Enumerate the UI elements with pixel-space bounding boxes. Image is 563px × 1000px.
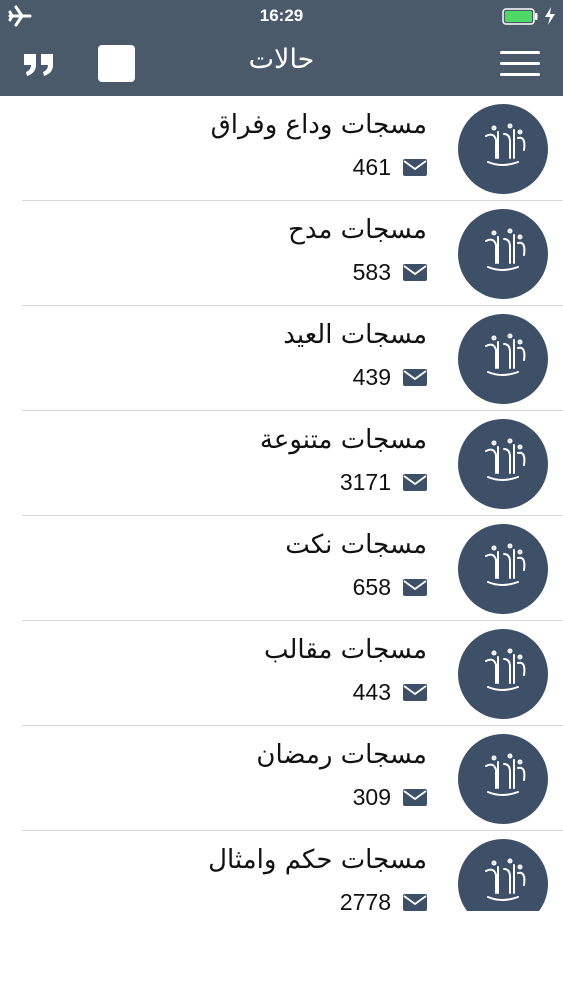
category-list: مسجات وداع وفراق 461 مسجات مدح 583 مسجات…: [0, 96, 563, 911]
calligraphy-logo-icon: [485, 438, 526, 481]
list-item-meta: 2778: [340, 887, 427, 911]
calligraphy-logo-icon: [485, 858, 526, 901]
list-item-title: مسجات رمضان: [256, 740, 427, 770]
list-item-meta: 443: [353, 677, 427, 707]
avatar: [458, 734, 548, 824]
list-item-title: مسجات حكم وامثال: [208, 845, 427, 875]
charging-bolt-icon: [545, 7, 555, 25]
avatar: [458, 524, 548, 614]
list-item-meta: 461: [353, 152, 427, 182]
envelope-icon: [403, 578, 427, 596]
calligraphy-logo-icon: [485, 228, 526, 271]
list-item[interactable]: مسجات حكم وامثال 2778: [22, 831, 563, 911]
list-item-meta: 583: [353, 257, 427, 287]
list-item-title: مسجات مدح: [288, 215, 427, 245]
list-item[interactable]: مسجات العيد 439: [22, 306, 563, 411]
list-item-title: مسجات وداع وفراق: [210, 110, 427, 140]
list-item-meta: 309: [353, 782, 427, 812]
message-count: 443: [352, 678, 391, 705]
list-item-meta: 658: [353, 572, 427, 602]
calligraphy-logo-icon: [485, 333, 526, 376]
avatar: [458, 314, 548, 404]
message-count: 461: [352, 153, 391, 180]
envelope-icon: [403, 788, 427, 806]
avatar: [458, 629, 548, 719]
envelope-icon: [403, 473, 427, 491]
top-bar: 16:29 حالات: [0, 0, 563, 96]
envelope-icon: [403, 158, 427, 176]
avatar: [458, 209, 548, 299]
hamburger-menu-icon[interactable]: [500, 48, 540, 80]
status-bar: 16:29: [0, 0, 563, 32]
list-item[interactable]: مسجات متنوعة 3171: [22, 411, 563, 516]
status-time: 16:29: [259, 6, 304, 25]
avatar: [458, 419, 548, 509]
avatar: [458, 104, 548, 194]
message-count: 3171: [339, 468, 391, 495]
calligraphy-logo-icon: [485, 648, 526, 691]
list-item-title: مسجات العيد: [283, 320, 427, 350]
list-item[interactable]: مسجات مدح 583: [22, 201, 563, 306]
calligraphy-logo-icon: [485, 543, 526, 586]
list-item[interactable]: مسجات نكت 658: [22, 516, 563, 621]
avatar: [458, 839, 548, 911]
envelope-icon: [403, 368, 427, 386]
list-item[interactable]: مسجات رمضان 309: [22, 726, 563, 831]
message-count: 2778: [339, 888, 391, 912]
envelope-icon: [403, 893, 427, 911]
message-count: 309: [352, 783, 391, 810]
message-count: 439: [352, 363, 391, 390]
navigation-bar: حالات: [0, 32, 563, 96]
message-count: 658: [352, 573, 391, 600]
list-item-title: مسجات نكت: [285, 530, 427, 560]
list-item-title: مسجات مقالب: [263, 635, 427, 665]
message-count: 583: [352, 258, 391, 285]
list-item-meta: 3171: [340, 467, 427, 497]
battery-icon: [502, 8, 538, 25]
list-item-title: مسجات متنوعة: [259, 425, 427, 455]
envelope-icon: [403, 683, 427, 701]
envelope-icon: [403, 263, 427, 281]
list-item-meta: 439: [353, 362, 427, 392]
list-item[interactable]: مسجات وداع وفراق 461: [22, 96, 563, 201]
calligraphy-logo-icon: [485, 123, 526, 166]
list-item[interactable]: مسجات مقالب 443: [22, 621, 563, 726]
calligraphy-logo-icon: [485, 753, 526, 796]
page-title: حالات: [248, 44, 315, 75]
